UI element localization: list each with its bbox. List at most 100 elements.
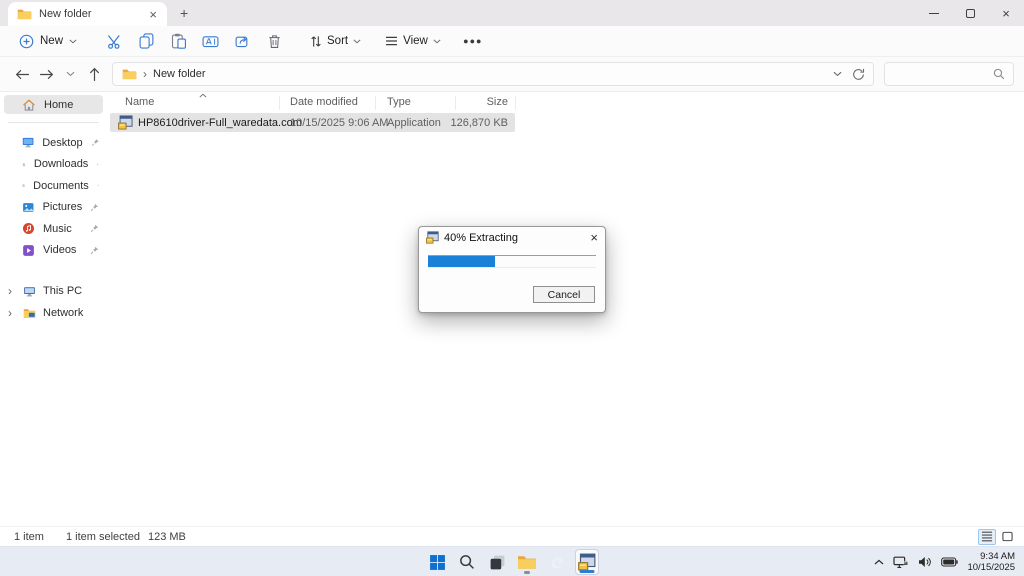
sidebar-item-label: This PC (43, 285, 83, 297)
taskbar-extractor-button[interactable] (575, 549, 599, 575)
task-view-button[interactable] (485, 549, 509, 575)
taskbar-search-button[interactable] (455, 549, 479, 575)
tab-close-icon[interactable]: × (147, 8, 159, 21)
sidebar-item-label: Music (43, 222, 72, 235)
pin-icon (90, 224, 99, 233)
recent-locations-button[interactable] (58, 62, 82, 86)
breadcrumb[interactable]: › New folder (112, 62, 874, 86)
sort-button[interactable]: Sort (303, 32, 368, 51)
network-tray-icon[interactable] (893, 556, 909, 569)
documents-icon (22, 179, 25, 192)
sidebar-item-music[interactable]: Music (0, 218, 107, 240)
file-row-selected[interactable]: HP8610driver-Full_waredata.com 10/15/202… (110, 113, 515, 132)
sidebar-item-pictures[interactable]: Pictures (0, 197, 107, 219)
copy-button[interactable] (131, 29, 161, 53)
address-dropdown-icon[interactable] (833, 71, 842, 77)
copy-icon (139, 33, 154, 49)
sort-ascending-icon (199, 93, 207, 98)
delete-button[interactable] (259, 29, 289, 53)
minimize-button[interactable] (916, 0, 952, 26)
sidebar-item-downloads[interactable]: Downloads (0, 154, 107, 176)
chevron-down-icon (69, 39, 77, 44)
share-icon (235, 34, 250, 49)
more-options-button[interactable]: ●●● (458, 29, 488, 53)
share-button[interactable] (227, 29, 257, 53)
taskbar-file-explorer-button[interactable] (515, 549, 539, 575)
column-header-size[interactable]: Size (467, 96, 508, 108)
taskbar-app-icons (425, 547, 599, 576)
pin-icon (97, 181, 99, 190)
window-controls: × (916, 0, 1024, 26)
folder-icon (17, 8, 32, 20)
back-button[interactable] (10, 62, 34, 86)
file-explorer-icon (517, 554, 537, 570)
dialog-close-icon[interactable]: × (590, 231, 598, 244)
paste-icon (171, 33, 186, 49)
battery-icon[interactable] (941, 557, 958, 567)
new-button[interactable]: New (10, 31, 86, 52)
large-icons-view-icon (1002, 531, 1013, 542)
new-tab-button[interactable]: + (180, 6, 188, 20)
chevron-down-icon (433, 39, 441, 44)
sidebar-item-desktop[interactable]: Desktop (0, 132, 107, 154)
chevron-down-icon (353, 39, 361, 44)
sidebar-item-label: Downloads (33, 158, 89, 171)
view-button[interactable]: View (378, 32, 448, 50)
column-header-date-modified[interactable]: Date modified (290, 96, 358, 108)
delete-icon (268, 34, 281, 49)
network-icon (23, 307, 36, 320)
sidebar-item-label: Home (44, 98, 74, 111)
breadcrumb-location: New folder (153, 68, 206, 80)
refresh-icon[interactable] (852, 68, 865, 81)
rename-icon (202, 35, 219, 48)
tab-bar: New folder × + × (0, 0, 1024, 26)
taskbar: 9:34 AM 10/15/2025 (0, 546, 1024, 576)
search-box[interactable] (884, 62, 1014, 86)
maximize-button[interactable] (952, 0, 988, 26)
close-button[interactable]: × (988, 0, 1024, 26)
chevron-right-icon[interactable]: › (8, 285, 16, 297)
sidebar-item-home[interactable]: Home (4, 95, 103, 114)
home-icon (22, 98, 36, 112)
search-input[interactable] (893, 67, 993, 81)
large-icons-view-button[interactable] (998, 529, 1016, 545)
sidebar-item-this-pc[interactable]: › This PC (0, 280, 107, 302)
sidebar-item-network[interactable]: › Network (0, 302, 107, 324)
desktop-icon (22, 136, 34, 149)
chevron-right-icon[interactable]: › (8, 307, 16, 319)
sidebar-item-label: Network (43, 307, 84, 319)
clock-time: 9:34 AM (980, 551, 1015, 562)
column-header-name[interactable]: Name (125, 96, 154, 108)
desktop: New folder × + × New Sort View ●●● › New… (0, 0, 1024, 576)
volume-icon[interactable] (918, 556, 932, 568)
videos-icon (22, 244, 35, 257)
rename-button[interactable] (195, 29, 225, 53)
forward-icon (39, 69, 54, 80)
column-header-type[interactable]: Type (387, 96, 411, 108)
more-options-icon: ●●● (463, 36, 483, 46)
maximize-icon (965, 8, 975, 18)
system-tray: 9:34 AM 10/15/2025 (874, 547, 1024, 576)
paste-button[interactable] (163, 29, 193, 53)
view-button-label: View (403, 35, 428, 47)
taskbar-edge-button[interactable] (545, 549, 569, 575)
forward-button[interactable] (34, 62, 58, 86)
running-app-indicator (524, 571, 530, 574)
hidden-icons-chevron-icon[interactable] (874, 559, 884, 565)
taskbar-clock[interactable]: 9:34 AM 10/15/2025 (967, 551, 1015, 573)
chevron-down-icon (66, 71, 75, 77)
dialog-title-bar[interactable]: 40% Extracting × (419, 227, 605, 248)
item-count: 1 item (14, 530, 44, 543)
details-view-button[interactable] (978, 528, 996, 545)
sidebar-item-documents[interactable]: Documents (0, 175, 107, 197)
cut-button[interactable] (99, 29, 129, 53)
cancel-button[interactable]: Cancel (533, 286, 595, 303)
view-icon (385, 36, 398, 46)
explorer-tab[interactable]: New folder × (8, 2, 167, 26)
sidebar-item-label: Documents (33, 179, 89, 192)
sidebar-item-videos[interactable]: Videos (0, 240, 107, 262)
this-pc-icon (23, 285, 36, 298)
start-button[interactable] (425, 549, 449, 575)
up-button[interactable] (82, 62, 106, 86)
sort-button-label: Sort (327, 35, 349, 47)
